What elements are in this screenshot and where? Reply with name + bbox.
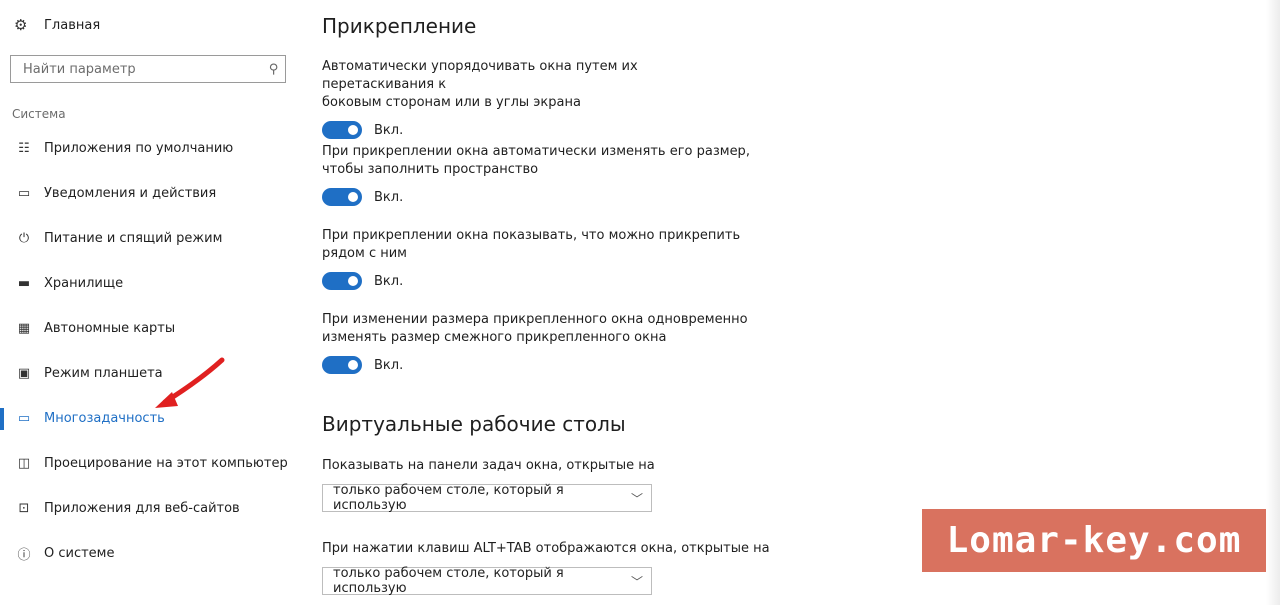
sidebar-item-power[interactable]: ⏻ Питание и спящий режим [0,216,300,261]
list-icon: ☷ [18,141,30,156]
sidebar-item-label: Многозадачность [44,411,165,426]
sidebar-item-notifications[interactable]: ▭ Уведомления и действия [0,171,300,216]
alttab-setting: При нажатии клавиш ALT+TAB отображаются … [322,540,842,596]
taskbar-setting: Показывать на панели задач окна, открыты… [322,457,752,513]
map-icon: ▦ [17,321,31,336]
sidebar-item-label: Уведомления и действия [44,186,217,201]
storage-icon: ▬ [17,276,31,291]
dropdown-value: только рабочем столе, который я использу… [333,483,564,513]
search-input[interactable] [21,60,270,78]
setting-description: При изменении размера прикрепленного окн… [322,311,752,347]
info-icon: ⓘ [17,548,31,563]
window-edge [1266,0,1280,605]
sidebar-item-projection[interactable]: ◫ Проецирование на этот компьютер [0,441,300,486]
sidebar-item-label: Хранилище [44,276,124,291]
snap-toggle-4[interactable] [322,356,362,374]
alttab-label: При нажатии клавиш ALT+TAB отображаются … [322,541,770,556]
toggle-knob [348,192,358,202]
projection-icon: ◫ [17,456,31,471]
gear-icon: ⚙ [14,16,28,34]
toggle-state-label: Вкл. [374,122,404,138]
sidebar-item-label: Приложения для веб-сайтов [44,501,240,516]
search-icon[interactable]: ⚲ [269,62,279,77]
toggle-row: Вкл. [322,119,752,141]
sidebar-item-offline-maps[interactable]: ▦ Автономные карты [0,306,300,351]
section-label: Система [12,107,66,121]
setting-description: Автоматически упорядочивать окна путем и… [322,58,752,112]
sidebar-item-label: Проецирование на этот компьютер [44,456,288,471]
sidebar-nav: ☷ Приложения по умолчанию ▭ Уведомления … [0,126,300,576]
sidebar-item-label: Режим планшета [44,366,163,381]
tablet-icon: ▣ [17,366,31,381]
sidebar-item-storage[interactable]: ▬ Хранилище [0,261,300,306]
setting-desc-line: Автоматически упорядочивать окна путем и… [322,59,638,92]
snap-setting-2: При прикреплении окна автоматически изме… [322,143,752,208]
toggle-knob [348,125,358,135]
setting-desc-line: При изменении размера прикрепленного окн… [322,312,748,327]
setting-desc-line: При прикреплении окна показывать, что мо… [322,228,741,243]
sidebar-item-multitasking[interactable]: ▭ Многозадачность [0,396,300,441]
sidebar: ⚙ Главная ⚲ Система ☷ Приложения по умол… [0,0,300,605]
sidebar-item-label: Питание и спящий режим [44,231,223,246]
virtual-desktops-title: Виртуальные рабочие столы [322,412,626,436]
toggle-row: Вкл. [322,186,752,208]
toggle-state-label: Вкл. [374,357,404,373]
setting-desc-line: чтобы заполнить пространство [322,162,539,177]
snap-setting-4: При изменении размера прикрепленного окн… [322,311,752,376]
web-apps-icon: ⊡ [18,501,30,516]
toggle-knob [348,276,358,286]
chevron-down-icon: ﹀ [630,574,643,589]
sidebar-item-web-apps[interactable]: ⊡ Приложения для веб-сайтов [0,486,300,531]
search-box[interactable]: ⚲ [10,55,286,83]
snap-toggle-3[interactable] [322,272,362,290]
sidebar-item-about[interactable]: ⓘ О системе [0,531,300,576]
sidebar-item-tablet-mode[interactable]: ▣ Режим планшета [0,351,300,396]
home-label: Главная [44,17,101,33]
power-icon: ⏻ [18,231,30,246]
toggle-state-label: Вкл. [374,189,404,205]
toggle-row: Вкл. [322,354,752,376]
setting-desc-line: рядом с ним [322,246,407,261]
setting-description: При прикреплении окна автоматически изме… [322,143,752,179]
snap-setting-3: При прикреплении окна показывать, что мо… [322,227,752,292]
settings-window: ⚙ Главная ⚲ Система ☷ Приложения по умол… [0,0,1280,605]
home-link[interactable]: ⚙ Главная [14,14,100,36]
setting-desc-line: изменять размер смежного прикрепленного … [322,330,667,345]
dropdown-value: только рабочем столе, который я использу… [333,566,564,596]
sidebar-item-label: О системе [44,546,115,561]
sidebar-item-default-apps[interactable]: ☷ Приложения по умолчанию [0,126,300,171]
taskbar-dropdown[interactable]: только рабочем столе, который я использу… [322,483,652,513]
watermark: Lomar-key.com [922,509,1266,572]
setting-desc-line: боковым сторонам или в углы экрана [322,95,581,110]
chevron-down-icon: ﹀ [630,491,643,506]
snap-section-title: Прикрепление [322,14,477,38]
toggle-state-label: Вкл. [374,273,404,289]
sidebar-item-label: Приложения по умолчанию [44,141,234,156]
notification-icon: ▭ [17,186,31,201]
snap-toggle-2[interactable] [322,188,362,206]
snap-setting-1: Автоматически упорядочивать окна путем и… [322,58,752,141]
toggle-knob [348,360,358,370]
setting-description: При прикреплении окна показывать, что мо… [322,227,752,263]
setting-desc-line: При прикреплении окна автоматически изме… [322,144,750,159]
taskbar-label: Показывать на панели задач окна, открыты… [322,458,655,473]
toggle-row: Вкл. [322,270,752,292]
sidebar-item-label: Автономные карты [44,321,176,336]
alttab-dropdown[interactable]: только рабочем столе, который я использу… [322,566,652,596]
snap-toggle-1[interactable] [322,121,362,139]
multitasking-icon: ▭ [17,411,31,426]
